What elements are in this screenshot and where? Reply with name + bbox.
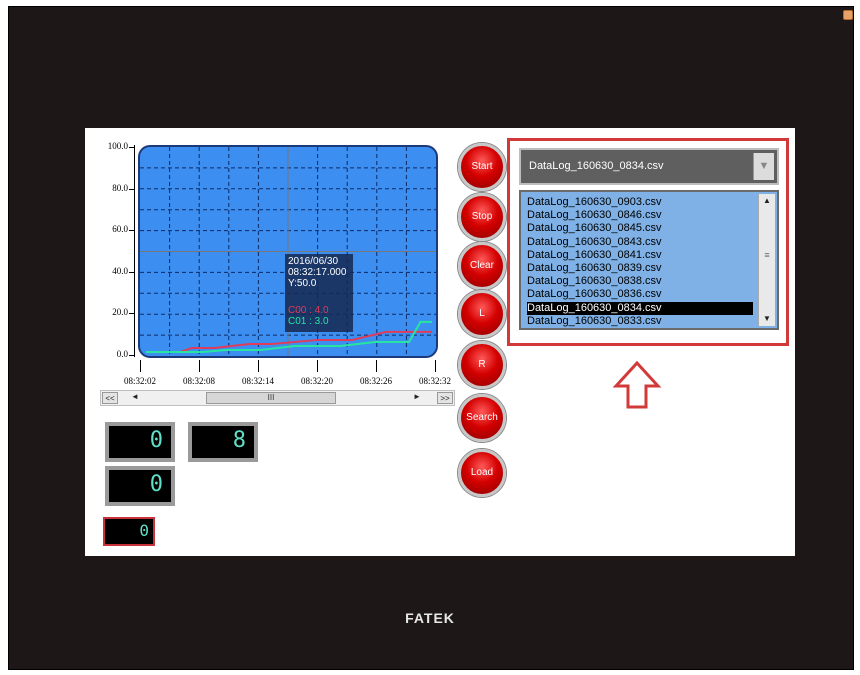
x-tick-mark: [199, 360, 200, 372]
file-list-item[interactable]: DataLog_160630_0834.csv: [527, 301, 753, 315]
search-button[interactable]: Search: [458, 394, 506, 442]
scroll-grip-icon[interactable]: ≡: [759, 250, 775, 260]
power-led-icon: [843, 10, 853, 20]
file-list-item[interactable]: DataLog_160630_0839.csv: [527, 262, 753, 275]
y-tick-label: 20.0: [112, 307, 128, 318]
up-arrow-icon: [612, 360, 662, 409]
y-tick-label: 0.0: [116, 349, 128, 359]
file-list-item[interactable]: DataLog_160630_0841.csv: [527, 249, 753, 262]
file-list-item[interactable]: DataLog_160630_0846.csv: [527, 209, 753, 222]
chart-scrollbar[interactable]: << ◄ III ► >>: [100, 390, 455, 406]
y-tick-label: 40.0: [112, 265, 128, 276]
tooltip-date: 2016/06/30: [288, 256, 339, 267]
tooltip-c01: C01 : 3.0: [288, 316, 329, 327]
x-tick-label: 08:32:32: [418, 376, 451, 386]
y-tick-mark: [129, 230, 135, 232]
chevron-down-icon[interactable]: ▼: [753, 153, 774, 180]
y-tick-label: 80.0: [112, 182, 128, 193]
scroll-last-button[interactable]: >>: [437, 392, 453, 404]
scroll-left-icon[interactable]: ◄: [131, 392, 139, 401]
file-list-item[interactable]: DataLog_160630_0903.csv: [527, 196, 753, 209]
x-tick-label: 08:32:14: [241, 376, 274, 386]
x-tick-mark: [376, 360, 377, 372]
numeric-display-1: 0: [105, 422, 175, 462]
numeric-input-box[interactable]: 0: [103, 517, 155, 546]
x-tick-label: 08:32:26: [359, 376, 392, 386]
load-button[interactable]: Load: [458, 449, 506, 497]
start-button[interactable]: Start: [458, 143, 506, 191]
x-tick-mark: [317, 360, 318, 372]
y-tick-label: 100.0: [107, 141, 128, 151]
numeric-display-2: 8: [188, 422, 258, 462]
x-tick-mark: [258, 360, 259, 372]
x-tick-label: 08:32:08: [182, 376, 215, 386]
list-scrollbar[interactable]: ▲ ≡ ▼: [758, 194, 775, 326]
left-button[interactable]: L: [458, 290, 506, 338]
y-tick-mark: [129, 355, 135, 356]
scroll-first-button[interactable]: <<: [102, 392, 118, 404]
file-list-item[interactable]: DataLog_160630_0843.csv: [527, 236, 753, 249]
file-list-item[interactable]: DataLog_160630_0833.csv: [527, 315, 753, 328]
file-dropdown[interactable]: DataLog_160630_0834.csv ▼: [519, 148, 779, 185]
x-tick-label: 08:32:02: [123, 376, 156, 386]
x-tick-mark: [140, 360, 141, 372]
clear-button[interactable]: Clear: [458, 242, 506, 290]
file-list-item[interactable]: DataLog_160630_0836.csv: [527, 288, 753, 301]
stop-button[interactable]: Stop: [458, 193, 506, 241]
file-list[interactable]: DataLog_160630_0903.csv DataLog_160630_08…: [519, 190, 779, 330]
y-tick-mark: [129, 271, 135, 273]
scroll-thumb[interactable]: III: [206, 392, 336, 404]
brand-label: FATEK: [405, 610, 455, 626]
y-tick-mark: [129, 188, 135, 190]
x-tick-label: 08:32:20: [300, 376, 333, 386]
x-tick-mark: [435, 360, 436, 372]
tooltip-y: Y:50.0: [288, 278, 317, 289]
file-list-item[interactable]: DataLog_160630_0845.csv: [527, 222, 753, 235]
y-tick-mark: [129, 313, 135, 315]
right-button[interactable]: R: [458, 341, 506, 389]
chart-tooltip: 2016/06/30 08:32:17.000 Y:50.0 C00 : 4.0…: [285, 254, 353, 332]
y-tick-mark: [129, 147, 135, 148]
scroll-up-icon[interactable]: ▲: [759, 194, 775, 208]
numeric-display-3: 0: [105, 466, 175, 506]
scroll-down-icon[interactable]: ▼: [759, 312, 775, 326]
file-list-item[interactable]: DataLog_160630_0838.csv: [527, 275, 753, 288]
scroll-right-icon[interactable]: ►: [413, 392, 421, 401]
y-tick-label: 60.0: [112, 224, 128, 235]
y-axis-line: [134, 145, 135, 357]
dropdown-selected-text: DataLog_160630_0834.csv: [529, 160, 664, 172]
tooltip-c00: C00 : 4.0: [288, 305, 329, 316]
tooltip-time: 08:32:17.000: [288, 267, 347, 278]
